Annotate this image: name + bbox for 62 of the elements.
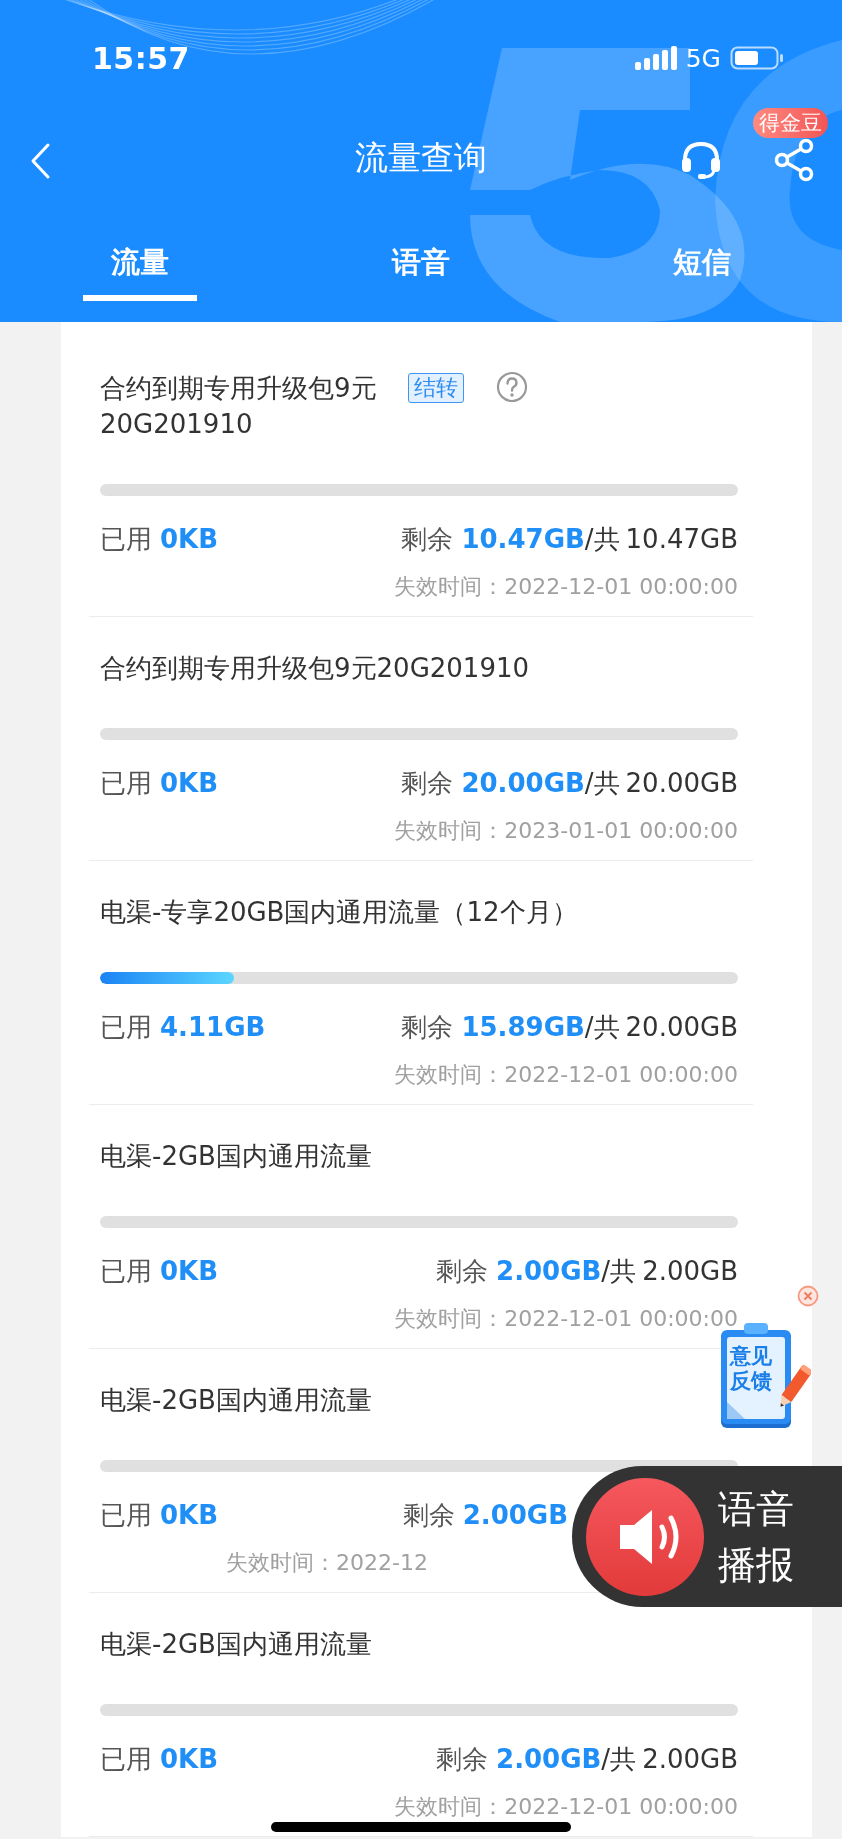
expiry-time: 失效时间：2022-12 xyxy=(226,1550,428,1575)
remaining-amount: 2.00GB xyxy=(496,1255,602,1288)
total-amount: 10.47GB xyxy=(625,523,738,556)
total-label: /共 xyxy=(601,1743,637,1776)
package-name: 合约到期专用升级包9元20G201910 xyxy=(100,372,378,441)
total-label: /共 xyxy=(601,1255,637,1288)
used-amount: 4.11GB xyxy=(160,1011,266,1044)
tab[interactable]: 短信 xyxy=(644,242,759,301)
package-name: 电渠-2GB国内通用流量 xyxy=(100,1628,372,1661)
expiry-time: 失效时间：2022-12-01 00:00:00 xyxy=(394,1306,738,1331)
remaining-amount: 15.89GB xyxy=(461,1011,585,1044)
signal-icon xyxy=(634,44,677,72)
expiry-time: 失效时间：2022-12-01 00:00:00 xyxy=(394,1062,738,1087)
used-amount: 0KB xyxy=(160,523,219,556)
tab[interactable]: 流量 xyxy=(83,242,198,301)
voice-broadcast-button[interactable]: 语音播报 xyxy=(572,1466,842,1607)
used-amount: 0KB xyxy=(160,1743,219,1776)
remaining-amount: 10.47GB xyxy=(461,523,585,556)
total-amount: 20.00GB xyxy=(625,1011,738,1044)
remaining-label: 剩余 xyxy=(436,1743,489,1776)
remaining-label: 剩余 xyxy=(401,523,454,556)
battery-icon xyxy=(730,44,784,72)
total-amount: 2.00GB xyxy=(642,1743,738,1776)
remaining-label: 剩余 xyxy=(436,1255,489,1288)
expiry-time: 失效时间：2022-12-01 00:00:00 xyxy=(394,1794,738,1819)
speaker-icon xyxy=(586,1477,704,1596)
remaining-amount: 2.00GB xyxy=(496,1743,602,1776)
remaining-label: 剩余 xyxy=(402,1499,455,1532)
total-amount: 2.00GB xyxy=(642,1255,738,1288)
help-icon[interactable] xyxy=(496,371,528,403)
used-label: 已用 xyxy=(100,1011,152,1044)
headset-icon[interactable] xyxy=(680,140,722,180)
remaining-amount: 2.00GB xyxy=(462,1499,568,1532)
package-name: 电渠-2GB国内通用流量 xyxy=(100,1384,372,1417)
reward-badge[interactable]: 得金豆 xyxy=(753,108,828,138)
total-amount: 20.00GB xyxy=(625,767,738,800)
expiry-time: 失效时间：2023-01-01 00:00:00 xyxy=(394,818,738,843)
expiry-time: 失效时间：2022-12-01 00:00:00 xyxy=(394,574,738,599)
total-label: /共 xyxy=(584,767,620,800)
used-amount: 0KB xyxy=(160,1499,219,1532)
package-name: 合约到期专用升级包9元20G201910 xyxy=(100,652,530,685)
used-label: 已用 xyxy=(100,523,152,556)
total-label: /共 xyxy=(584,523,620,556)
tab[interactable]: 语音 xyxy=(364,242,478,301)
carryover-tag: 结转 xyxy=(408,373,464,403)
share-icon[interactable] xyxy=(774,138,816,182)
remaining-label: 剩余 xyxy=(401,1011,454,1044)
total-label: /共 xyxy=(584,1011,620,1044)
page-title: 流量查询 xyxy=(355,137,487,179)
used-amount: 0KB xyxy=(160,1255,219,1288)
used-label: 已用 xyxy=(100,1499,152,1532)
status-time: 15:57 xyxy=(92,40,190,76)
network-type: 5G xyxy=(685,43,721,73)
remaining-label: 剩余 xyxy=(401,767,454,800)
used-label: 已用 xyxy=(100,767,152,800)
package-name: 电渠-专享20GB国内通用流量（12个月） xyxy=(100,896,578,929)
used-amount: 0KB xyxy=(160,767,219,800)
used-label: 已用 xyxy=(100,1255,152,1288)
remaining-amount: 20.00GB xyxy=(461,767,585,800)
package-name: 电渠-2GB国内通用流量 xyxy=(100,1140,372,1173)
close-icon[interactable] xyxy=(797,1285,819,1307)
used-label: 已用 xyxy=(100,1743,152,1776)
